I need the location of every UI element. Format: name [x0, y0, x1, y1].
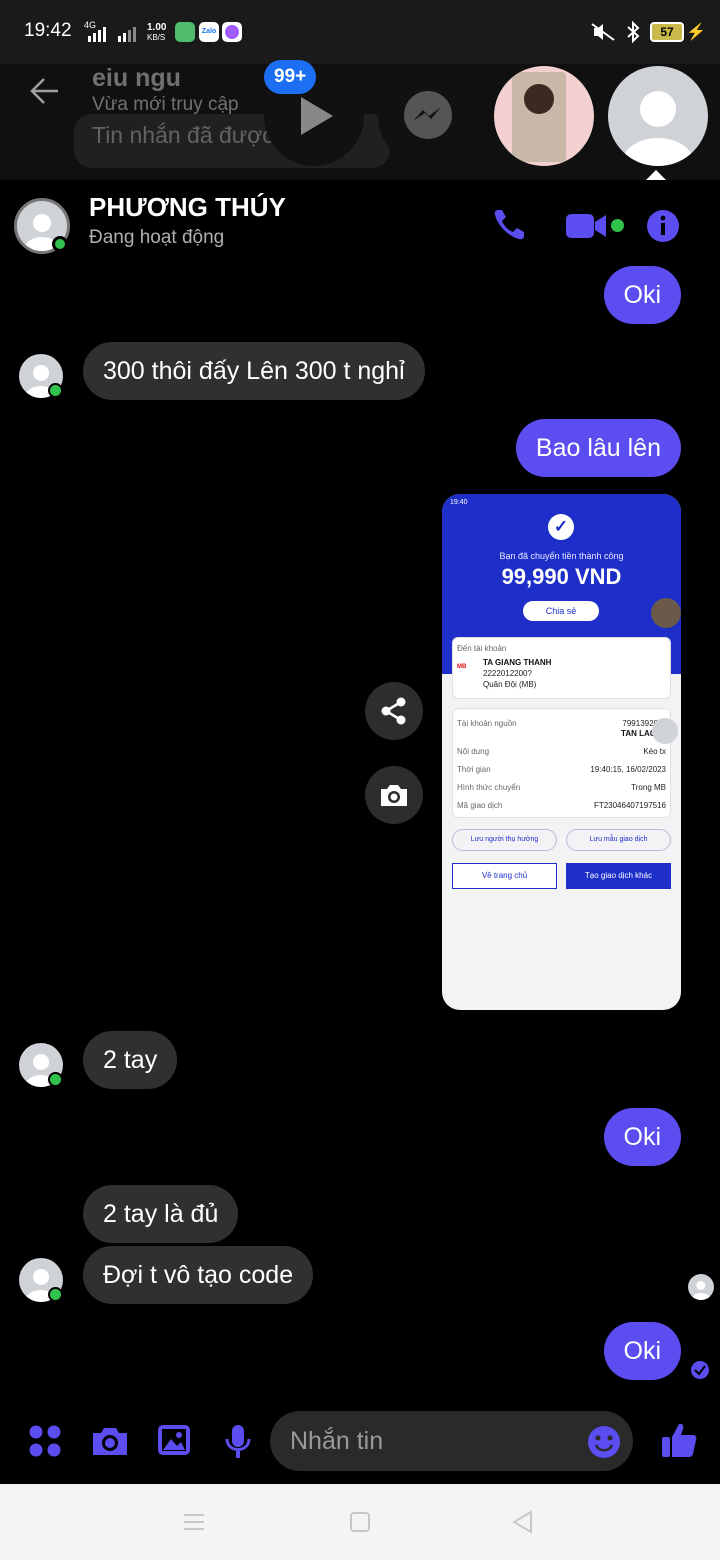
receipt-amount: 99,990 VND [501, 564, 622, 589]
nav-home-icon[interactable] [348, 1510, 372, 1534]
charging-icon: ⚡ [686, 24, 706, 41]
message-out[interactable]: Oki [603, 1108, 681, 1166]
receipt-row-label: Hình thức chuyển [457, 783, 521, 792]
receipt-to-account: 2222012200? [483, 669, 532, 678]
message-in[interactable]: 300 thôi đấy Lên 300 t nghỉ [83, 342, 425, 400]
message-in[interactable]: 2 tay [83, 1031, 178, 1089]
bluetooth-icon [627, 21, 640, 43]
chat-head-active-contact[interactable] [608, 66, 708, 166]
message-image-receipt[interactable]: 19:40 ✓ Bạn đã chuyển tiền thành công 99… [442, 494, 681, 1010]
gallery-icon[interactable] [156, 1423, 192, 1457]
camera-effect-button[interactable] [365, 766, 423, 824]
online-indicator [48, 1287, 63, 1302]
message-in[interactable]: 2 tay là đủ [83, 1185, 239, 1243]
receipt-share-label: Chia sẻ [545, 606, 577, 616]
receipt-seen-avatar [652, 718, 678, 744]
receipt-to-name: TA GIANG THANH [483, 658, 552, 667]
receipt-home-button: Về trang chủ [452, 863, 557, 889]
like-thumb-icon[interactable] [660, 1421, 698, 1459]
receipt-to-label: Đến tài khoản [457, 644, 507, 653]
contact-name[interactable]: PHƯƠNG THÚY [89, 192, 286, 223]
online-indicator [48, 1072, 63, 1087]
receipt-row-label: Nội dung [457, 747, 490, 756]
seen-receipt-avatar [688, 1274, 714, 1300]
back-arrow-icon[interactable] [28, 76, 62, 106]
microphone-icon[interactable] [223, 1423, 253, 1459]
receipt-bank-logo: MB [457, 664, 467, 670]
messenger-icon [404, 91, 452, 139]
receipt-row-value: Trong MB [631, 783, 666, 792]
play-icon [301, 97, 333, 135]
info-icon[interactable] [646, 209, 680, 243]
receipt-status-time: 19:40 [450, 499, 468, 506]
message-in[interactable]: Đợi t vô tạo code [83, 1246, 314, 1304]
contact-status: Đang hoạt động [89, 227, 225, 248]
signal-icon [88, 27, 136, 42]
nav-back-icon[interactable] [510, 1509, 536, 1535]
receipt-row-value: TAN LAO [621, 729, 656, 738]
contact-photo-head [524, 84, 554, 114]
background-chat-status: Vừa mới truy cập [92, 94, 239, 115]
receipt-row-label: Tài khoản nguồn [457, 719, 517, 728]
chat-head-photo-contact[interactable] [494, 66, 594, 166]
active-head-indicator [646, 170, 666, 180]
receipt-headline: Bạn đã chuyển tiền thành công [499, 551, 624, 561]
message-out[interactable]: Oki [603, 1322, 681, 1380]
delivered-check-icon [691, 1361, 709, 1379]
unread-badge: 99+ [264, 60, 317, 94]
receipt-new-transaction-button: Tạo giao dịch khác [566, 863, 671, 889]
share-icon [381, 697, 406, 725]
video-online-dot [611, 219, 624, 232]
net-speed-unit: KB/S [147, 33, 166, 42]
message-input-placeholder: Nhắn tin [290, 1426, 384, 1455]
camera-icon [381, 785, 407, 806]
battery-level: 57 [650, 22, 684, 42]
message-out[interactable]: Bao lâu lên [515, 419, 681, 477]
receipt-save-template: Lưu mẫu giao dịch [566, 829, 671, 851]
video-call-icon[interactable] [564, 210, 608, 242]
receipt-share-button: Chia sẻ [523, 601, 599, 621]
receipt-row-value: Kéo tx [643, 747, 666, 756]
receipt-recipient-card: Đến tài khoản MB TA GIANG THANH 22220122… [452, 637, 671, 699]
success-check-icon: ✓ [548, 514, 574, 540]
receipt-row-label: Thời gian [457, 765, 491, 774]
status-bar: 19:42 4G 1.00 KB/S Zalo 57 ⚡ [0, 0, 720, 64]
net-speed: 1.00 [147, 22, 167, 33]
zalo-icon: Zalo [199, 22, 219, 42]
status-time: 19:42 [24, 20, 72, 41]
message-out[interactable]: Oki [603, 266, 681, 324]
receipt-to-bank: Quân Đội (MB) [483, 680, 537, 689]
mute-icon [591, 23, 615, 41]
share-button[interactable] [365, 682, 423, 740]
receipt-row-label: Mã giao dịch [457, 801, 503, 810]
online-indicator [48, 383, 63, 398]
receipt-save-beneficiary: Lưu người thụ hưởng [452, 829, 557, 851]
receipt-overlay-avatar [651, 598, 681, 628]
whatsapp-icon [175, 22, 195, 42]
chat-head-messenger[interactable] [378, 66, 478, 166]
nav-menu-icon[interactable] [182, 1511, 206, 1533]
background-chat-name: eiu ngu [92, 64, 181, 92]
receipt-row-value: FT23046407197516 [593, 801, 666, 810]
receipt-row-value: 19:40:15, 16/02/2023 [590, 765, 666, 774]
emoji-icon[interactable] [587, 1425, 621, 1459]
messenger-notif-icon [222, 22, 242, 42]
menu-grid-icon[interactable] [28, 1424, 62, 1458]
message-input[interactable]: Nhắn tin [270, 1411, 633, 1471]
voice-call-icon[interactable] [490, 206, 528, 244]
online-indicator [52, 236, 68, 252]
receipt-details-card: Tài khoản nguồn 79913920… TAN LAO Nội du… [452, 708, 671, 818]
camera-icon[interactable] [91, 1424, 129, 1458]
